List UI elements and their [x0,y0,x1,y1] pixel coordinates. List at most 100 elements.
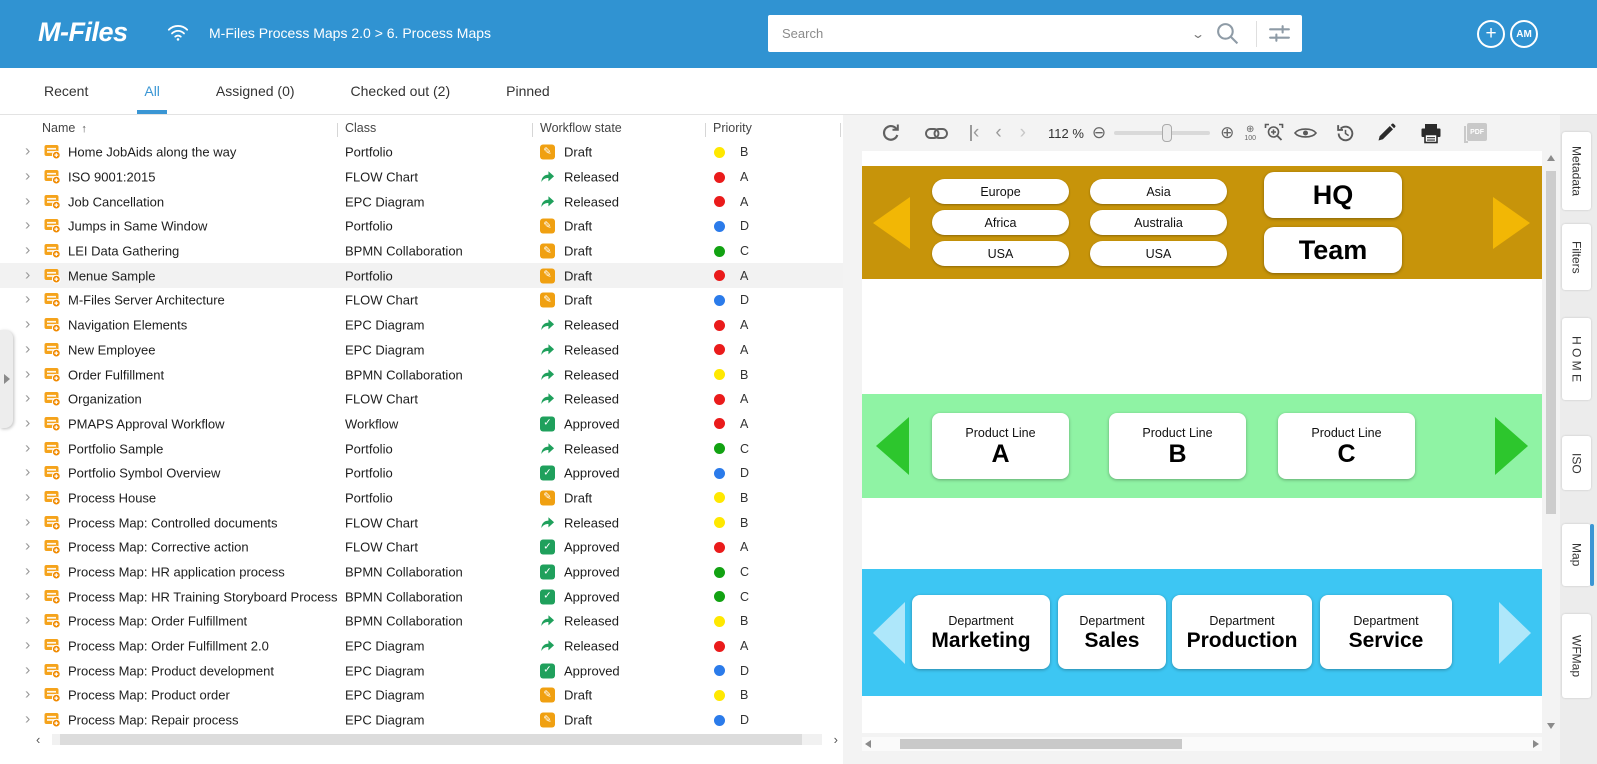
zoom-fit-icon[interactable] [1264,123,1284,143]
region-box[interactable]: Asia [1090,179,1227,204]
scroll-left-button[interactable]: ‹ [36,731,40,748]
edit-pencil-icon[interactable] [1376,123,1396,143]
expand-chevron-icon[interactable]: › [25,366,30,382]
table-row[interactable]: ›Process Map: Corrective actionFLOW Char… [0,535,843,560]
expand-chevron-icon[interactable]: › [25,168,30,184]
expand-chevron-icon[interactable]: › [25,588,30,604]
table-row[interactable]: ›Home JobAids along the wayPortfolio✎Dra… [0,140,843,165]
side-tab-metadata[interactable]: Metadata [1562,132,1591,210]
table-row[interactable]: ›Process Map: Repair processEPC Diagram✎… [0,708,843,733]
search-input[interactable] [768,25,1193,42]
product-line-c[interactable]: Product LineC [1278,413,1415,479]
band-arrow-left-icon[interactable] [873,197,910,249]
table-row[interactable]: ›Job CancellationEPC DiagramReleasedA [0,189,843,214]
expand-chevron-icon[interactable]: › [25,341,30,357]
org-box[interactable]: Team [1264,227,1402,273]
table-row[interactable]: ›Jumps in Same WindowPortfolio✎DraftD [0,214,843,239]
zoom-100-icon[interactable]: ⊕100 [1244,125,1256,142]
table-row[interactable]: ›New EmployeeEPC DiagramReleasedA [0,338,843,363]
scroll-right-button[interactable] [1533,740,1539,748]
go-next-icon[interactable]: › [1020,125,1026,141]
band-arrow-left-icon[interactable] [876,417,909,475]
side-tab-home[interactable]: H O M E [1562,318,1591,400]
zoom-slider-handle[interactable] [1162,124,1172,142]
scrollbar-thumb[interactable] [900,739,1182,749]
product-line-a[interactable]: Product LineA [932,413,1069,479]
canvas-horizontal-scrollbar[interactable] [862,737,1542,751]
refresh-icon[interactable] [881,123,901,143]
table-row[interactable]: ›ISO 9001:2015FLOW ChartReleasedA [0,165,843,190]
department-sales[interactable]: DepartmentSales [1058,595,1166,669]
table-row[interactable]: ›Portfolio Symbol OverviewPortfolio✓Appr… [0,461,843,486]
expand-chevron-icon[interactable]: › [25,563,30,579]
user-avatar[interactable]: AM [1510,20,1538,48]
table-row[interactable]: ›Process Map: HR application processBPMN… [0,560,843,585]
expand-chevron-icon[interactable]: › [25,218,30,234]
expand-chevron-icon[interactable]: › [25,712,30,728]
zoom-in-icon[interactable]: ⊕ [1220,123,1234,143]
table-row[interactable]: ›Process Map: HR Training Storyboard Pro… [0,584,843,609]
table-row[interactable]: ›Order FulfillmentBPMN CollaborationRele… [0,362,843,387]
canvas-vertical-scrollbar[interactable] [1545,151,1557,733]
table-row[interactable]: ›OrganizationFLOW ChartReleasedA [0,387,843,412]
left-panel-expand-handle[interactable] [0,330,13,428]
table-row[interactable]: ›LEI Data GatheringBPMN Collaboration✎Dr… [0,239,843,264]
tab-checked-out-2[interactable]: Checked out (2) [323,68,479,114]
history-icon[interactable] [1335,123,1356,144]
scrollbar-thumb[interactable] [1546,171,1556,514]
table-row[interactable]: ›PMAPS Approval WorkflowWorkflow✓Approve… [0,412,843,437]
expand-chevron-icon[interactable]: › [25,317,30,333]
scroll-right-button[interactable]: › [834,731,838,748]
tab-assigned-0[interactable]: Assigned (0) [188,68,323,114]
scrollbar-thumb[interactable] [60,734,802,745]
table-row[interactable]: ›Process Map: Controlled documentsFLOW C… [0,510,843,535]
column-header-priority[interactable]: Priority [713,121,752,135]
region-box[interactable]: Europe [932,179,1069,204]
tab-pinned[interactable]: Pinned [478,68,578,114]
department-production[interactable]: DepartmentProduction [1172,595,1312,669]
band-arrow-right-icon[interactable] [1493,197,1530,249]
expand-chevron-icon[interactable]: › [25,415,30,431]
table-row[interactable]: ›M-Files Server ArchitectureFLOW Chart✎D… [0,288,843,313]
column-header-workflow-state[interactable]: Workflow state [540,121,622,135]
zoom-out-icon[interactable]: ⊖ [1092,123,1106,143]
expand-chevron-icon[interactable]: › [25,613,30,629]
table-row[interactable]: ›Menue SamplePortfolio✎DraftA [0,263,843,288]
expand-chevron-icon[interactable]: › [25,144,30,160]
table-row[interactable]: ›Process Map: Product orderEPC Diagram✎D… [0,683,843,708]
expand-chevron-icon[interactable]: › [25,662,30,678]
table-row[interactable]: ›Navigation ElementsEPC DiagramReleasedA [0,313,843,338]
band-arrow-right-icon[interactable] [1495,417,1528,475]
zoom-slider[interactable] [1114,124,1210,142]
tab-all[interactable]: All [116,68,188,114]
expand-chevron-icon[interactable]: › [25,193,30,209]
department-marketing[interactable]: DepartmentMarketing [912,595,1050,669]
table-row[interactable]: ›Process Map: Product developmentEPC Dia… [0,658,843,683]
side-tab-map[interactable]: Map [1562,524,1591,586]
expand-chevron-icon[interactable]: › [25,292,30,308]
expand-chevron-icon[interactable]: › [25,242,30,258]
table-row[interactable]: ›Process Map: Order Fulfillment 2.0EPC D… [0,634,843,659]
expand-chevron-icon[interactable]: › [25,489,30,505]
column-header-class[interactable]: Class [345,121,376,135]
table-row[interactable]: ›Process HousePortfolio✎DraftB [0,486,843,511]
org-box[interactable]: HQ [1264,172,1402,218]
band-arrow-left-icon[interactable] [873,602,905,664]
export-pdf-icon[interactable]: PDF [1464,123,1488,143]
region-box[interactable]: Africa [932,210,1069,235]
breadcrumb[interactable]: M-Files Process Maps 2.0 > 6. Process Ma… [209,25,491,41]
department-service[interactable]: DepartmentService [1320,595,1452,669]
region-box[interactable]: USA [1090,241,1227,266]
scroll-down-button[interactable] [1547,723,1555,729]
print-icon[interactable] [1420,123,1442,144]
create-new-button[interactable]: + [1477,20,1505,48]
expand-chevron-icon[interactable]: › [25,465,30,481]
side-tab-filters[interactable]: Filters [1562,224,1591,290]
band-arrow-right-icon[interactable] [1499,602,1531,664]
tab-recent[interactable]: Recent [16,68,116,114]
search-filters-icon[interactable] [1267,22,1292,45]
search-options-chevron-icon[interactable]: ⌄ [1191,27,1205,41]
side-tab-iso[interactable]: ISO [1562,436,1591,490]
list-horizontal-scrollbar[interactable]: ‹ › [34,731,840,748]
expand-chevron-icon[interactable]: › [25,391,30,407]
